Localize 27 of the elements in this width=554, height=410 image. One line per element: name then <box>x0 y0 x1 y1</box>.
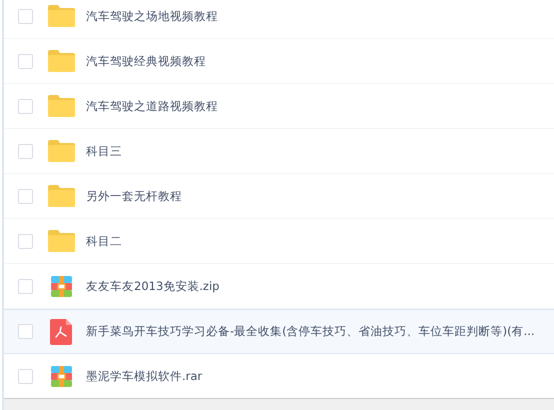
folder-icon <box>48 5 74 27</box>
folder-icon <box>48 230 74 252</box>
checkbox[interactable] <box>18 144 33 158</box>
checkbox[interactable] <box>18 368 33 384</box>
folder-icon <box>48 50 74 72</box>
file-name[interactable]: 科目二 <box>86 234 122 248</box>
file-name[interactable]: 墨泥学车模拟软件.rar <box>86 368 202 384</box>
archive-icon <box>50 276 72 296</box>
folder-icon <box>48 185 74 207</box>
pdf-icon <box>50 318 72 344</box>
file-name[interactable]: 汽车驾驶之场地视频教程 <box>86 8 218 24</box>
checkbox[interactable] <box>18 54 33 68</box>
file-name[interactable]: 新手菜鸟开车技巧学习必备-最全收集(含停车技巧、省油技巧、车位车距判断等)(有... <box>86 324 535 339</box>
checkbox[interactable] <box>18 234 33 248</box>
file-name[interactable]: 友友车友2013免安装.zip <box>86 278 220 294</box>
folder-icon <box>48 140 74 162</box>
checkbox[interactable] <box>18 278 33 294</box>
checkbox[interactable] <box>18 324 33 339</box>
checkbox[interactable] <box>18 8 33 24</box>
archive-icon <box>50 366 72 386</box>
folder-icon <box>48 95 74 117</box>
file-name[interactable]: 汽车驾驶之道路视频教程 <box>86 98 218 114</box>
checkbox[interactable] <box>18 188 33 204</box>
file-name[interactable]: 科目三 <box>86 144 122 158</box>
file-name[interactable]: 汽车驾驶经典视频教程 <box>86 54 206 68</box>
checkbox[interactable] <box>18 98 33 114</box>
file-name[interactable]: 另外一套无杆教程 <box>86 188 182 204</box>
